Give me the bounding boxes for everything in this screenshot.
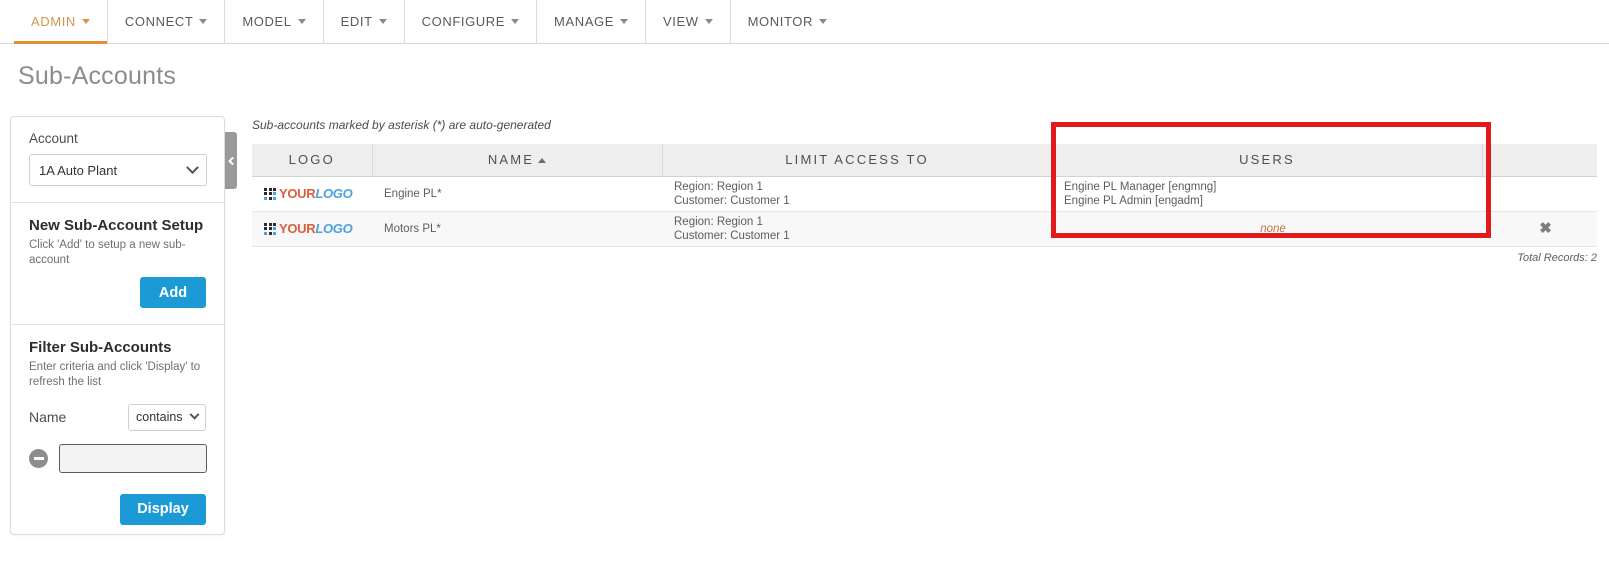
cell-users: Engine PL Manager [engmng] Engine PL Adm…: [1052, 176, 1482, 212]
your-logo-icon: YOURLOGO: [264, 186, 372, 201]
add-button[interactable]: Add: [140, 277, 206, 309]
nav-item-configure[interactable]: CONFIGURE: [405, 0, 538, 43]
new-subaccount-heading: New Sub-Account Setup: [29, 217, 204, 234]
chevron-down-icon: [619, 19, 628, 24]
column-header-limit-access-to[interactable]: LIMIT ACCESS TO: [662, 144, 1053, 177]
cell-name: Engine PL*: [372, 176, 662, 212]
cell-limit-access: Region: Region 1 Customer: Customer 1: [662, 176, 1052, 212]
column-header-name-label: NAME: [487, 152, 535, 168]
cell-actions: ✖: [1482, 211, 1597, 247]
nav-item-connect-label: CONNECT: [124, 14, 194, 29]
logo-your-text: YOUR: [279, 186, 316, 202]
chevron-down-icon: [297, 19, 306, 24]
nav-item-model[interactable]: MODEL: [225, 0, 324, 43]
filter-name-input[interactable]: [59, 443, 207, 473]
display-button[interactable]: Display: [120, 493, 206, 525]
account-select[interactable]: 1A Auto Plant: [29, 154, 207, 186]
new-subaccount-description: Click 'Add' to setup a new sub-account: [29, 239, 186, 266]
subaccounts-table: LOGO NAME LIMIT ACCESS TO USERS YOURLOGO…: [252, 144, 1597, 247]
logo-grid-dots: [264, 222, 276, 235]
delete-row-icon[interactable]: ✖: [1539, 220, 1552, 237]
add-button-row: Add: [29, 277, 206, 309]
chevron-down-icon: [189, 409, 200, 420]
nav-item-edit-label: EDIT: [340, 14, 373, 29]
filter-name-row: Name contains: [29, 403, 206, 431]
total-records-label: Total Records: 2: [1517, 251, 1597, 264]
chevron-down-icon: [704, 19, 713, 24]
chevron-left-icon: [228, 156, 237, 165]
filter-heading: Filter Sub-Accounts: [29, 339, 172, 357]
logo-logo-text: LOGO: [315, 221, 353, 237]
chevron-down-icon: [81, 19, 90, 24]
logo-text: YOURLOGO: [279, 221, 353, 237]
nav-item-view-label: VIEW: [662, 14, 699, 29]
remove-criteria-icon[interactable]: [29, 448, 48, 468]
filter-input-row: [29, 443, 207, 473]
nav-item-admin[interactable]: ADMIN: [14, 0, 108, 44]
new-subaccount-section: New Sub-Account Setup Click 'Add' to set…: [11, 203, 224, 324]
account-label: Account: [29, 131, 78, 146]
sidebar-collapse-toggle[interactable]: [225, 132, 237, 189]
filter-subaccounts-section: Filter Sub-Accounts Enter criteria and c…: [11, 325, 224, 540]
cell-limit-access: Region: Region 1 Customer: Customer 1: [662, 211, 1052, 247]
users-none-value: none: [1260, 222, 1286, 235]
column-header-users[interactable]: USERS: [1052, 144, 1483, 177]
chevron-down-icon: [199, 19, 208, 24]
limit-region: Region: Region 1: [674, 180, 763, 193]
nav-item-manage[interactable]: MANAGE: [537, 0, 646, 43]
nav-item-monitor[interactable]: MONITOR: [731, 0, 844, 43]
table-row[interactable]: YOURLOGO Engine PL* Region: Region 1 Cus…: [252, 176, 1597, 212]
cell-users: none: [1052, 211, 1482, 247]
chevron-down-icon: [186, 160, 199, 174]
table-header-row: LOGO NAME LIMIT ACCESS TO USERS: [252, 144, 1597, 177]
display-button-row: Display: [29, 493, 206, 525]
limit-region: Region: Region 1: [674, 215, 763, 228]
nav-item-manage-label: MANAGE: [554, 14, 614, 29]
user-entry: Engine PL Admin [engadm]: [1064, 194, 1203, 207]
nav-item-monitor-label: MONITOR: [747, 14, 813, 29]
column-header-actions: [1482, 144, 1597, 177]
user-entry: Engine PL Manager [engmng]: [1064, 180, 1217, 193]
nav-item-configure-label: CONFIGURE: [421, 14, 506, 29]
account-section: Account 1A Auto Plant: [11, 117, 224, 202]
logo-text: YOURLOGO: [279, 186, 353, 202]
nav-item-admin-label: ADMIN: [31, 14, 76, 29]
nav-item-model-label: MODEL: [242, 14, 292, 29]
filter-operator-select[interactable]: contains: [128, 403, 206, 431]
cell-actions: [1482, 176, 1597, 212]
logo-logo-text: LOGO: [315, 186, 353, 202]
filter-description: Enter criteria and click 'Display' to re…: [29, 361, 201, 389]
column-header-name[interactable]: NAME: [372, 144, 663, 177]
logo-grid-dots: [264, 187, 276, 200]
column-header-logo[interactable]: LOGO: [252, 144, 373, 177]
filter-name-label: Name: [29, 409, 67, 426]
logo-your-text: YOUR: [279, 221, 316, 237]
nav-item-connect[interactable]: CONNECT: [108, 0, 226, 43]
cell-logo: YOURLOGO: [252, 211, 372, 247]
nav-item-edit[interactable]: EDIT: [324, 0, 405, 43]
main-content: Sub-accounts marked by asterisk (*) are …: [252, 118, 1597, 264]
filter-operator-value: contains: [136, 410, 183, 425]
cell-name: Motors PL*: [372, 211, 662, 247]
sort-ascending-icon: [538, 158, 547, 164]
limit-customer: Customer: Customer 1: [674, 229, 790, 242]
limit-customer: Customer: Customer 1: [674, 194, 790, 207]
account-select-value: 1A Auto Plant: [39, 162, 118, 178]
page-title: Sub-Accounts: [18, 62, 177, 90]
nav-item-view[interactable]: VIEW: [646, 0, 731, 43]
chevron-down-icon: [818, 19, 827, 24]
chevron-down-icon: [378, 19, 387, 24]
table-row[interactable]: YOURLOGO Motors PL* Region: Region 1 Cus…: [252, 211, 1597, 247]
asterisk-note: Sub-accounts marked by asterisk (*) are …: [252, 118, 551, 132]
cell-logo: YOURLOGO: [252, 176, 372, 212]
your-logo-icon: YOURLOGO: [264, 221, 372, 236]
sidebar-panel: Account 1A Auto Plant New Sub-Account Se…: [10, 116, 225, 535]
chevron-down-icon: [511, 19, 520, 24]
main-navigation-bar: ADMIN CONNECT MODEL EDIT CONFIGURE MANAG…: [0, 0, 1609, 44]
